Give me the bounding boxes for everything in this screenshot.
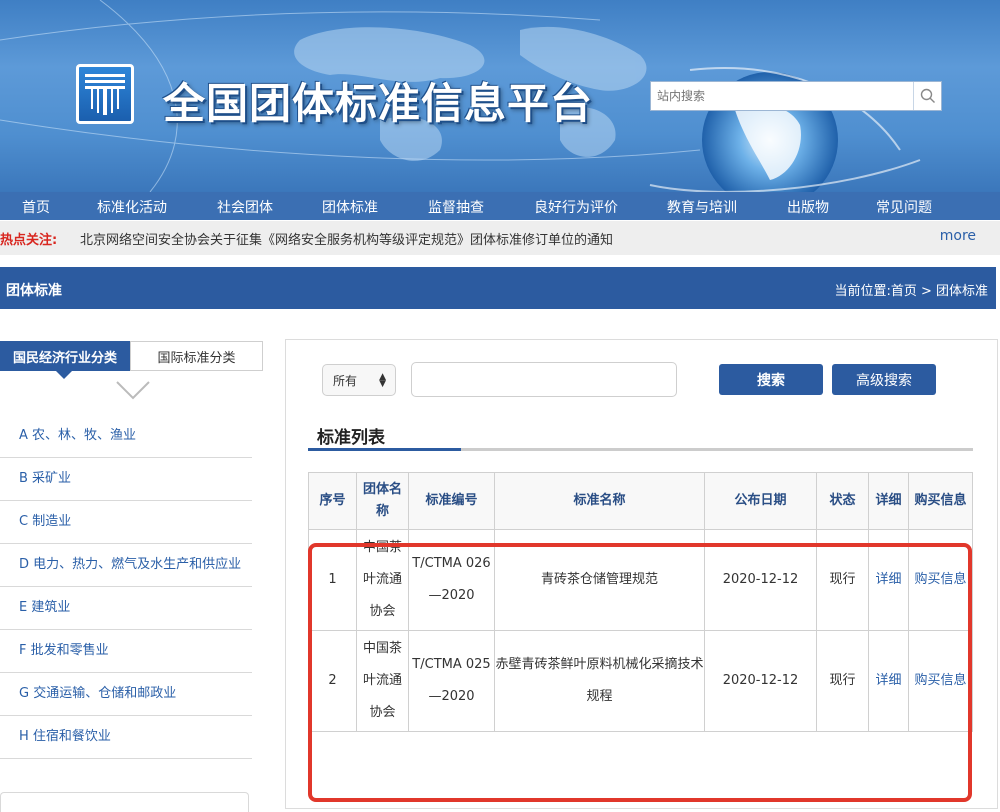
row-code: T/CTMA 025—2020 — [408, 630, 495, 732]
category-item-c[interactable]: C 制造业 — [0, 501, 252, 544]
section-header: 团体标准 当前位置:首页 > 团体标准 — [0, 267, 996, 309]
category-panel: 国民经济行业分类 国际标准分类 A 农、林、牧、渔业 B 采矿业 C 制造业 D… — [0, 341, 265, 812]
search-icon — [920, 88, 935, 103]
section-title: 团体标准 — [6, 283, 62, 299]
col-header-date: 公布日期 — [704, 472, 817, 530]
hot-news-bar: 热点关注: 北京网络空间安全协会关于征集《网络安全服务机构等级评定规范》团体标准… — [0, 221, 1000, 255]
category-item-a[interactable]: A 农、林、牧、渔业 — [0, 415, 252, 458]
nav-item-activities[interactable]: 标准化活动 — [97, 197, 167, 217]
nav-item-publications[interactable]: 出版物 — [787, 197, 829, 217]
breadcrumb: 当前位置:首页 > 团体标准 — [834, 284, 988, 299]
nav-item-inspection[interactable]: 监督抽查 — [428, 197, 484, 217]
row-date: 2020-12-12 — [704, 529, 817, 631]
nav-item-organizations[interactable]: 社会团体 — [217, 197, 273, 217]
standards-table: 序号 团体名称 标准编号 标准名称 公布日期 状态 详细 购买信息 1 中国茶叶… — [308, 472, 973, 732]
row-index: 2 — [308, 630, 357, 732]
row-detail-link[interactable]: 详细 — [868, 529, 909, 631]
select-arrows-icon: ▲ ▼ — [379, 372, 386, 389]
advanced-search-button[interactable]: 高级搜索 — [832, 364, 936, 395]
row-status: 现行 — [816, 630, 869, 732]
col-header-index: 序号 — [308, 472, 357, 530]
tab-industry-classification[interactable]: 国民经济行业分类 — [0, 341, 130, 379]
row-org: 中国茶叶流通协会 — [356, 529, 409, 631]
category-tabs: 国民经济行业分类 国际标准分类 — [0, 341, 265, 379]
site-search-button[interactable] — [913, 82, 941, 110]
nav-item-faq[interactable]: 常见问题 — [876, 197, 932, 217]
category-item-b[interactable]: B 采矿业 — [0, 458, 252, 501]
category-item-f[interactable]: F 批发和零售业 — [0, 630, 252, 673]
row-status: 现行 — [816, 529, 869, 631]
category-list: A 农、林、牧、渔业 B 采矿业 C 制造业 D 电力、热力、燃气及水生产和供应… — [0, 415, 252, 759]
hot-label: 热点关注: — [0, 233, 58, 248]
category-item-d[interactable]: D 电力、热力、燃气及水生产和供应业 — [0, 544, 252, 587]
row-buy-link[interactable]: 购买信息 — [908, 630, 973, 732]
nav-item-training[interactable]: 教育与培训 — [667, 197, 737, 217]
row-index: 1 — [308, 529, 357, 631]
col-header-org: 团体名称 — [356, 472, 409, 530]
col-header-name: 标准名称 — [494, 472, 705, 530]
col-header-detail: 详细 — [868, 472, 909, 530]
col-header-status: 状态 — [816, 472, 869, 530]
table-row: 2 中国茶叶流通协会 T/CTMA 025—2020 赤壁青砖茶鲜叶原料机械化采… — [308, 630, 973, 732]
table-row: 1 中国茶叶流通协会 T/CTMA 026—2020 青砖茶仓储管理规范 202… — [308, 529, 973, 631]
category-item-e[interactable]: E 建筑业 — [0, 587, 252, 630]
secondary-panel-edge — [0, 792, 249, 812]
chevron-down-icon[interactable] — [115, 379, 151, 401]
more-link[interactable]: more — [940, 228, 976, 244]
keyword-input[interactable] — [411, 362, 677, 397]
nav-item-standards[interactable]: 团体标准 — [322, 197, 378, 217]
scope-select-value: 所有 — [333, 373, 358, 388]
row-detail-link[interactable]: 详细 — [868, 630, 909, 732]
nav-item-home[interactable]: 首页 — [22, 197, 50, 217]
category-item-g[interactable]: G 交通运输、仓储和邮政业 — [0, 673, 252, 716]
category-item-h[interactable]: H 住宿和餐饮业 — [0, 716, 252, 759]
nav-item-evaluation[interactable]: 良好行为评价 — [534, 197, 618, 217]
logo-icon — [85, 74, 125, 115]
col-header-code: 标准编号 — [408, 472, 495, 530]
row-org: 中国茶叶流通协会 — [356, 630, 409, 732]
row-date: 2020-12-12 — [704, 630, 817, 732]
main-nav: 首页 标准化活动 社会团体 团体标准 监督抽查 良好行为评价 教育与培训 出版物… — [0, 192, 1000, 220]
search-button[interactable]: 搜索 — [719, 364, 823, 395]
row-name: 赤壁青砖茶鲜叶原料机械化采摘技术规程 — [494, 630, 705, 732]
title-divider-accent — [308, 448, 461, 451]
col-header-buy: 购买信息 — [908, 472, 973, 530]
site-title: 全国团体标准信息平台 — [163, 79, 594, 128]
standards-panel: 所有 ▲ ▼ 搜索 高级搜索 标准列表 序号 团体名称 标准编号 标准名称 公布日… — [285, 339, 998, 809]
row-name: 青砖茶仓储管理规范 — [494, 529, 705, 631]
list-title: 标准列表 — [317, 428, 385, 448]
site-banner: 全国团体标准信息平台 — [0, 0, 1000, 192]
row-code: T/CTMA 026—2020 — [408, 529, 495, 631]
hot-news-link[interactable]: 北京网络空间安全协会关于征集《网络安全服务机构等级评定规范》团体标准修订单位的通… — [80, 229, 613, 248]
site-search — [650, 81, 942, 111]
tab-international-classification[interactable]: 国际标准分类 — [130, 341, 263, 371]
table-header-row: 序号 团体名称 标准编号 标准名称 公布日期 状态 详细 购买信息 — [308, 472, 973, 530]
scope-select[interactable]: 所有 ▲ ▼ — [322, 364, 396, 396]
site-logo[interactable] — [76, 64, 134, 124]
site-search-input[interactable] — [651, 82, 913, 110]
row-buy-link[interactable]: 购买信息 — [908, 529, 973, 631]
